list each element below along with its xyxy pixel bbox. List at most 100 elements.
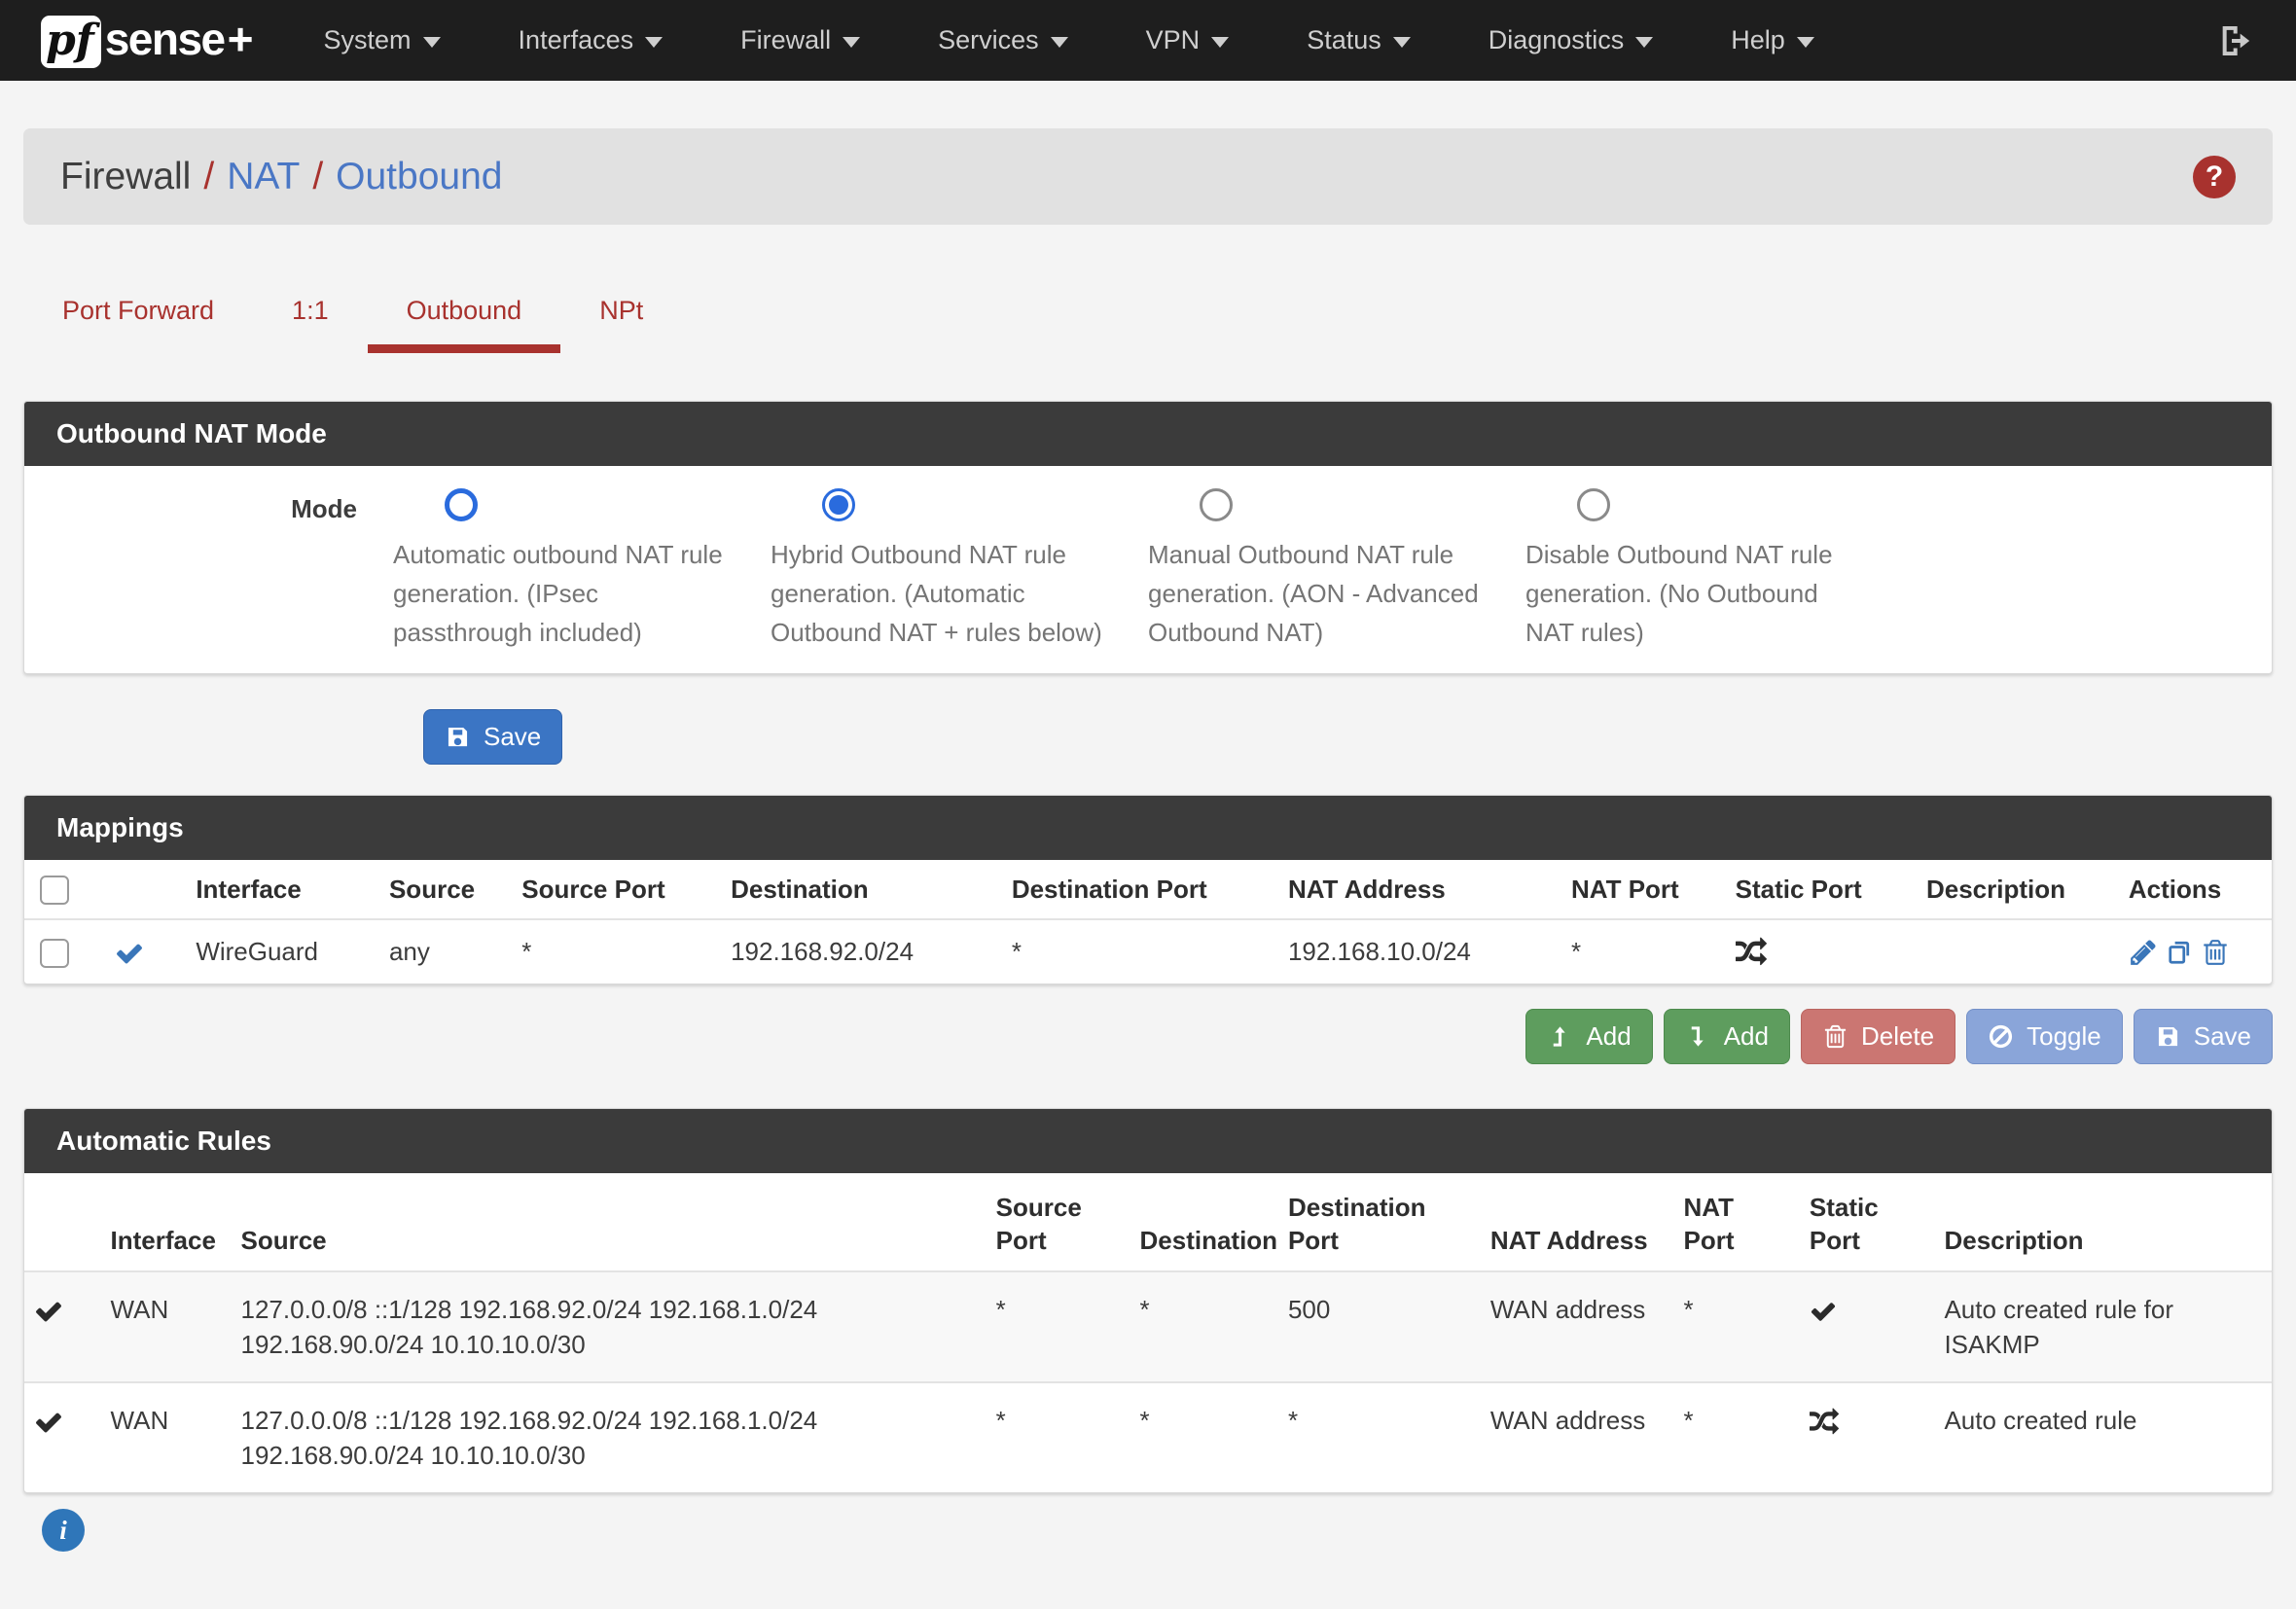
nav-item-vpn[interactable]: VPN [1146, 25, 1230, 55]
nav-item-help[interactable]: Help [1731, 25, 1814, 55]
nav-item-label: VPN [1146, 25, 1201, 55]
add-rule-bottom-button[interactable]: Add [1664, 1009, 1790, 1064]
radio-hybrid-selected[interactable] [822, 488, 855, 521]
save-button-label: Save [484, 722, 541, 752]
column-header: NAT Port [1561, 860, 1726, 919]
breadcrumb-link-nat[interactable]: NAT [227, 156, 300, 198]
check-icon [1810, 1298, 1837, 1325]
pfsense-logo[interactable]: pfsense+ [41, 13, 254, 68]
shuffle-icon [1736, 937, 1767, 968]
caret-down-icon [645, 37, 663, 48]
nav-item-label: Firewall [740, 25, 831, 55]
nav-item-status[interactable]: Status [1307, 25, 1411, 55]
select-row-checkbox[interactable] [40, 939, 69, 968]
nat-mode-option-disable[interactable]: Disable Outbound NAT rule generation. (N… [1489, 486, 1867, 652]
column-header: Destination [1130, 1173, 1278, 1271]
breadcrumb-separator: / [203, 156, 214, 198]
column-header: Source Port [987, 1173, 1130, 1271]
save-mappings-button[interactable]: Save [2134, 1009, 2273, 1064]
delete-button[interactable]: Delete [1801, 1009, 1955, 1064]
nat-mode-option-automatic[interactable]: Automatic outbound NAT rule generation. … [357, 486, 735, 652]
cell-destination-port: * [1278, 1382, 1481, 1492]
tab-port-forward[interactable]: Port Forward [23, 278, 253, 353]
nat-mode-option-hybrid[interactable]: Hybrid Outbound NAT rule generation. (Au… [735, 486, 1112, 652]
tab-npt[interactable]: NPt [560, 278, 682, 353]
shuffle-icon [1810, 1408, 1839, 1437]
sign-out-icon[interactable] [2216, 21, 2255, 60]
logo-plus: + [228, 13, 254, 65]
cell-destination: * [1130, 1271, 1278, 1382]
mappings-table: Interface Source Source Port Destination… [24, 860, 2272, 983]
button-label: Toggle [2027, 1021, 2101, 1052]
nav-item-services[interactable]: Services [938, 25, 1068, 55]
column-header: Actions [2119, 860, 2272, 919]
cell-nat-address: 192.168.10.0/24 [1278, 919, 1561, 983]
tab-1-1[interactable]: 1:1 [253, 278, 368, 353]
automatic-rules-header-row: Interface Source Source Port Destination… [24, 1173, 2272, 1271]
level-down-icon [1685, 1023, 1711, 1050]
cell-destination: * [1130, 1382, 1278, 1492]
check-icon [34, 1297, 63, 1326]
nat-mode-option-manual[interactable]: Manual Outbound NAT rule generation. (AO… [1112, 486, 1489, 652]
column-header: Source [379, 860, 512, 919]
button-label: Add [1586, 1021, 1631, 1052]
radio-disable[interactable] [1577, 488, 1610, 521]
nav-item-interfaces[interactable]: Interfaces [519, 25, 664, 55]
trash-icon[interactable] [2201, 938, 2230, 967]
logo-pf: pf [41, 16, 101, 68]
column-header: Static Port [1726, 860, 1917, 919]
top-navbar: pfsense+ System Interfaces Firewall Serv… [0, 0, 2296, 81]
column-header: NAT Address [1481, 1173, 1674, 1271]
mapping-row: WireGuard any * 192.168.92.0/24 * 192.16… [24, 919, 2272, 983]
column-header: Destination Port [1278, 1173, 1481, 1271]
mappings-action-buttons: Add Add Delete Toggle Save [23, 1009, 2273, 1064]
toggle-button[interactable]: Toggle [1966, 1009, 2123, 1064]
cell-destination-port: * [1002, 919, 1278, 983]
radio-automatic[interactable] [445, 488, 478, 521]
automatic-rules-panel: Automatic Rules Interface Source Source … [23, 1108, 2273, 1493]
enabled-column-header [105, 860, 186, 919]
cell-nat-port: * [1674, 1271, 1800, 1382]
column-header: Description [1934, 1173, 2272, 1271]
tab-outbound[interactable]: Outbound [368, 278, 561, 353]
nav-item-label: Status [1307, 25, 1381, 55]
caret-down-icon [843, 37, 860, 48]
nav-item-system[interactable]: System [324, 25, 441, 55]
nav-item-diagnostics[interactable]: Diagnostics [1489, 25, 1654, 55]
mappings-header-row: Interface Source Source Port Destination… [24, 860, 2272, 919]
nav-item-label: Diagnostics [1489, 25, 1625, 55]
column-header: Interface [186, 860, 379, 919]
question-circle-icon[interactable]: ? [2193, 156, 2236, 198]
logo-sense: sense [105, 13, 225, 65]
copy-icon[interactable] [2165, 938, 2194, 967]
panel-title: Mappings [24, 796, 2272, 860]
save-button[interactable]: Save [423, 709, 562, 765]
floppy-icon [2155, 1023, 2181, 1050]
ban-icon [1988, 1023, 2014, 1050]
breadcrumb-link-outbound[interactable]: Outbound [336, 156, 502, 198]
cell-source: 127.0.0.0/8 ::1/128 192.168.92.0/24 192.… [232, 1271, 987, 1382]
check-icon[interactable] [115, 939, 144, 968]
info-circle-icon[interactable]: i [42, 1509, 85, 1552]
cell-source-port: * [987, 1271, 1130, 1382]
select-all-checkbox[interactable] [40, 876, 69, 905]
cell-source: any [379, 919, 512, 983]
nav-item-label: Interfaces [519, 25, 634, 55]
automatic-rule-row: WAN 127.0.0.0/8 ::1/128 192.168.92.0/24 … [24, 1271, 2272, 1382]
cell-description [1917, 919, 2119, 983]
nav-item-label: Help [1731, 25, 1785, 55]
add-rule-top-button[interactable]: Add [1525, 1009, 1652, 1064]
cell-destination-port: 500 [1278, 1271, 1481, 1382]
breadcrumb-separator: / [312, 156, 323, 198]
cell-nat-address: WAN address [1481, 1271, 1674, 1382]
radio-manual[interactable] [1200, 488, 1233, 521]
button-label: Save [2194, 1021, 2251, 1052]
pencil-icon[interactable] [2129, 938, 2158, 967]
nav-item-firewall[interactable]: Firewall [740, 25, 860, 55]
column-header: NAT Address [1278, 860, 1561, 919]
column-header: Destination [721, 860, 1002, 919]
cell-interface: WAN [101, 1271, 232, 1382]
button-label: Add [1724, 1021, 1769, 1052]
breadcrumb: Firewall / NAT / Outbound [60, 156, 502, 198]
floppy-icon [445, 724, 471, 750]
